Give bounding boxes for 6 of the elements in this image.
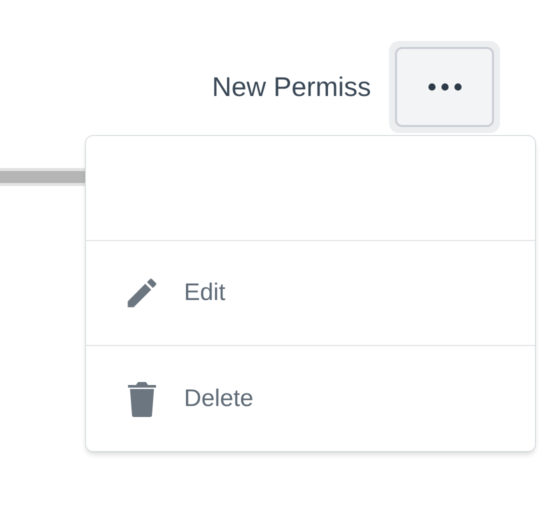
more-button[interactable] bbox=[395, 47, 494, 127]
trash-icon bbox=[128, 380, 156, 416]
more-icon bbox=[428, 83, 462, 91]
page-title: New Permiss bbox=[212, 70, 371, 104]
menu-item[interactable]: Delete bbox=[86, 346, 535, 451]
menu-item[interactable]: Edit bbox=[86, 241, 535, 346]
